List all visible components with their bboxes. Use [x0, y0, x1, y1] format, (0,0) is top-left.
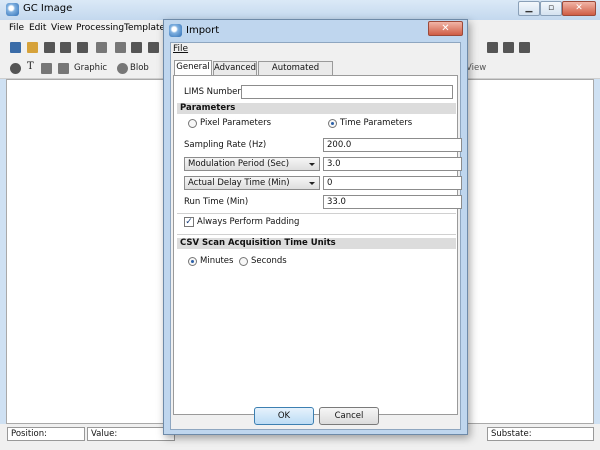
time-parameters-label[interactable]: Time Parameters	[340, 118, 412, 128]
pixel-parameters-label[interactable]: Pixel Parameters	[200, 118, 271, 128]
import-dialog: Import ✕ File General Advanced Automated…	[163, 19, 468, 435]
main-window-title: GC Image	[23, 3, 73, 14]
modulation-period-input[interactable]: 3.0	[323, 157, 462, 171]
app-icon	[6, 3, 19, 16]
menu-view[interactable]: View	[51, 23, 72, 33]
measure-icon[interactable]	[41, 63, 52, 74]
divider	[177, 213, 456, 214]
padding-label[interactable]: Always Perform Padding	[197, 217, 299, 227]
dialog-menubar: File	[171, 43, 460, 57]
minimize-button[interactable]: ▁	[518, 1, 540, 16]
run-time-label: Run Time (Min)	[184, 197, 249, 207]
pixel-parameters-radio[interactable]	[188, 119, 197, 128]
open-folder-icon[interactable]	[27, 42, 38, 53]
dialog-body: File General Advanced Automated Actions …	[170, 42, 462, 430]
dialog-titlebar[interactable]: Import ✕	[164, 20, 467, 42]
undo-icon[interactable]	[96, 42, 107, 53]
dialog-close-button[interactable]: ✕	[428, 21, 463, 36]
import-icon[interactable]	[10, 42, 21, 53]
divider	[177, 234, 456, 235]
dialog-app-icon	[169, 24, 182, 37]
menu-processing[interactable]: Processing	[76, 23, 124, 33]
dialog-menu-file[interactable]: File	[173, 44, 188, 54]
lims-number-input[interactable]	[241, 85, 453, 99]
zoom-icon[interactable]	[10, 63, 21, 74]
status-substate: Substate:	[487, 427, 594, 441]
time-parameters-radio[interactable]	[328, 119, 337, 128]
toolbar-icon-b[interactable]	[503, 42, 514, 53]
delay-time-select-label: Actual Delay Time (Min)	[188, 178, 290, 188]
lims-number-label: LIMS Number:	[184, 87, 244, 97]
run-time-input[interactable]: 33.0	[323, 195, 462, 209]
minutes-radio[interactable]	[188, 257, 197, 266]
tab-advanced[interactable]: Advanced	[213, 61, 257, 75]
status-position: Position:	[7, 427, 85, 441]
cancel-button[interactable]: Cancel	[319, 407, 379, 425]
general-tab-panel: LIMS Number: Parameters Pixel Parameters…	[173, 75, 462, 415]
modulation-period-select-label: Modulation Period (Sec)	[188, 159, 290, 169]
menu-edit[interactable]: Edit	[29, 23, 46, 33]
parameters-header: Parameters	[177, 103, 456, 114]
seconds-radio[interactable]	[239, 257, 248, 266]
graphic-dropdown[interactable]: Graphic	[74, 63, 107, 73]
print-icon[interactable]	[77, 42, 88, 53]
save-as-icon[interactable]	[60, 42, 71, 53]
csv-time-units-header: CSV Scan Acquisition Time Units	[177, 238, 456, 249]
modulation-period-select[interactable]: Modulation Period (Sec)	[184, 157, 320, 171]
graphic-icon[interactable]	[58, 63, 69, 74]
delay-time-input[interactable]: 0	[323, 176, 462, 190]
text-tool[interactable]: T	[27, 61, 34, 72]
toolbar-icon-a[interactable]	[487, 42, 498, 53]
menu-file[interactable]: File	[9, 23, 24, 33]
toolbar-icon-c[interactable]	[519, 42, 530, 53]
minutes-label[interactable]: Minutes	[200, 256, 233, 266]
blob-dropdown[interactable]: Blob	[130, 63, 149, 73]
paste-icon[interactable]	[148, 42, 159, 53]
sampling-rate-label: Sampling Rate (Hz)	[184, 140, 267, 150]
ok-button[interactable]: OK	[254, 407, 314, 425]
dialog-title: Import	[186, 25, 220, 36]
copy-icon[interactable]	[131, 42, 142, 53]
seconds-label[interactable]: Seconds	[251, 256, 287, 266]
delay-time-select[interactable]: Actual Delay Time (Min)	[184, 176, 320, 190]
tab-general[interactable]: General	[174, 60, 212, 76]
save-icon[interactable]	[44, 42, 55, 53]
chevron-down-icon	[309, 163, 315, 166]
close-button[interactable]: ✕	[562, 1, 596, 16]
tab-automated-actions[interactable]: Automated Actions	[258, 61, 333, 85]
status-value: Value:	[87, 427, 175, 441]
blob-icon[interactable]	[117, 63, 128, 74]
view-dropdown[interactable]: View	[466, 63, 486, 73]
cut-icon[interactable]	[115, 42, 126, 53]
main-titlebar: GC Image ▁ ▫ ✕	[0, 0, 600, 20]
maximize-button[interactable]: ▫	[540, 1, 562, 16]
sampling-rate-input[interactable]: 200.0	[323, 138, 462, 152]
menu-template[interactable]: Template	[124, 23, 165, 33]
chevron-down-icon	[309, 182, 315, 185]
padding-checkbox[interactable]: ✓	[184, 217, 194, 227]
